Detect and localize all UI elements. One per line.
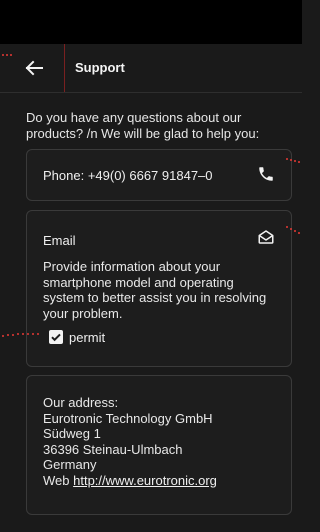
- title-divider: [64, 44, 65, 92]
- email-description: Provide information about your smartphon…: [43, 259, 267, 321]
- address-line: 36396 Steinau-Ulmbach: [43, 441, 183, 457]
- website-link[interactable]: http://www.eurotronic.org: [73, 473, 217, 488]
- address-line: Eurotronic Technology GmbH: [43, 410, 213, 426]
- web-row: Web http://www.eurotronic.org: [43, 473, 217, 489]
- mail-icon[interactable]: [257, 228, 275, 246]
- header-separator: [0, 92, 302, 93]
- address-heading: Our address:: [43, 395, 119, 410]
- address-card: Our address: Eurotronic Technology GmbH …: [26, 375, 292, 515]
- web-prefix: Web: [43, 472, 74, 488]
- arrow-left-icon[interactable]: [22, 56, 46, 80]
- page-title: Support: [75, 60, 125, 75]
- app-bar: Support: [0, 44, 302, 92]
- phone-card[interactable]: Phone: +49(0) 6667 91847–0: [26, 149, 292, 201]
- status-bar: [0, 0, 302, 44]
- address-line: Germany: [43, 457, 97, 472]
- email-card: Email Provide information about your sma…: [26, 210, 292, 367]
- email-title: Email: [43, 233, 76, 248]
- address-line: Südweg 1: [43, 426, 101, 441]
- phone-number: Phone: +49(0) 6667 91847–0: [43, 168, 213, 183]
- intro-text: Do you have any questions about our prod…: [26, 110, 260, 141]
- checkbox-label: permit: [69, 330, 106, 345]
- phone-icon[interactable]: [257, 165, 275, 183]
- checkbox-checked-icon[interactable]: [49, 330, 63, 344]
- address-block: Our address: Eurotronic Technology GmbH …: [43, 395, 217, 488]
